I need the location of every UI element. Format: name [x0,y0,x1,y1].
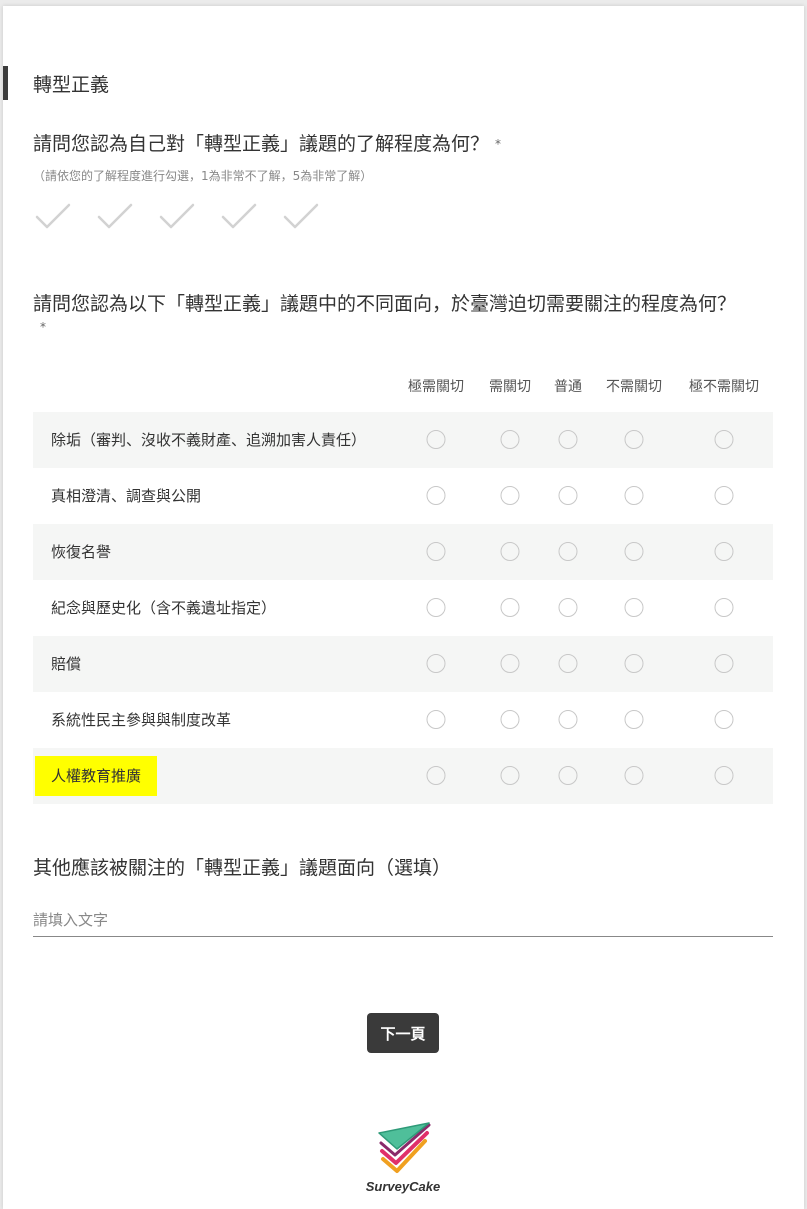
q3-title: 其他應該被關注的「轉型正義」議題面向（選填） [33,857,452,879]
matrix-row-label: 系統性民主參與與制度改革 [51,711,232,729]
rating-check-2[interactable] [95,199,135,233]
matrix-radio[interactable] [500,710,520,729]
q1-hint: （請依您的了解程度進行勾選，1為非常不了解，5為非常了解） [33,169,373,183]
matrix-radio[interactable] [714,430,734,449]
matrix-radio[interactable] [426,598,446,617]
matrix-row-label: 紀念與歷史化（含不義遺址指定） [51,599,277,617]
matrix-row: 人權教育推廣 [33,748,773,804]
matrix-radio[interactable] [500,542,520,561]
matrix-col-label: 極需關切 [408,379,464,395]
rating-check-1[interactable] [33,199,73,233]
required-mark: * [40,320,46,334]
matrix-radio[interactable] [624,654,644,673]
matrix-row-label: 真相澄清、調查與公開 [51,487,202,505]
brand-logo: SurveyCake [365,1119,441,1194]
matrix-radio[interactable] [624,766,644,785]
matrix-row-label: 恢復名譽 [51,543,112,561]
matrix-radio[interactable] [426,542,446,561]
matrix-radio[interactable] [558,430,578,449]
matrix-row-label-highlighted: 人權教育推廣 [35,756,158,796]
check-icon [35,203,71,229]
brand-name: SurveyCake [365,1179,441,1194]
matrix-radio[interactable] [500,598,520,617]
text-answer-input[interactable] [33,903,773,937]
matrix-radio[interactable] [558,598,578,617]
matrix-radio[interactable] [624,542,644,561]
check-icon [159,203,195,229]
matrix-radio[interactable] [500,654,520,673]
check-icon [97,203,133,229]
required-mark: * [495,137,502,151]
matrix-table: 除垢（審判、沒收不義財產、追溯加害人責任） 真相澄清、調查與公開 恢復名譽 紀念… [33,412,773,804]
next-page-button[interactable]: 下一頁 [367,1013,439,1053]
matrix-radio[interactable] [558,542,578,561]
matrix-header: 極需關切 需關切 普通 不需關切 極不需關切 [33,376,773,400]
matrix-row: 恢復名譽 [33,524,773,580]
matrix-row: 賠償 [33,636,773,692]
matrix-radio[interactable] [714,710,734,729]
matrix-row-label: 除垢（審判、沒收不義財產、追溯加害人責任） [51,431,367,449]
matrix-radio[interactable] [624,710,644,729]
section-title: 轉型正義 [33,73,110,96]
matrix-row-label: 賠償 [51,655,82,673]
matrix-radio[interactable] [714,486,734,505]
matrix-radio[interactable] [500,766,520,785]
matrix-radio[interactable] [624,430,644,449]
matrix-row: 系統性民主參與與制度改革 [33,692,773,748]
matrix-row: 真相澄清、調查與公開 [33,468,773,524]
matrix-col-label: 需關切 [489,379,531,395]
matrix-col-label: 普通 [554,379,582,395]
matrix-radio[interactable] [426,710,446,729]
matrix-radio[interactable] [558,710,578,729]
matrix-radio[interactable] [558,654,578,673]
matrix-radio[interactable] [714,542,734,561]
matrix-radio[interactable] [624,486,644,505]
check-icon [283,203,319,229]
section-header: 轉型正義 [3,66,109,100]
matrix-radio[interactable] [714,654,734,673]
matrix-radio[interactable] [558,766,578,785]
rating-scale [33,199,343,233]
matrix-radio[interactable] [714,598,734,617]
q1-title-text: 請問您認為自己對「轉型正義」議題的了解程度為何？ [33,133,490,155]
matrix-radio[interactable] [500,430,520,449]
matrix-row: 除垢（審判、沒收不義財產、追溯加害人責任） [33,412,773,468]
surveycake-logo-icon [378,1122,431,1173]
rating-check-3[interactable] [157,199,197,233]
matrix-col-label: 不需關切 [606,379,662,395]
matrix-radio[interactable] [426,766,446,785]
matrix-radio[interactable] [426,430,446,449]
matrix-col-label: 極不需關切 [689,379,759,395]
matrix-radio[interactable] [426,486,446,505]
section-accent-bar [3,66,8,100]
matrix-radio[interactable] [426,654,446,673]
q2-title: 請問您認為以下「轉型正義」議題中的不同面向，於臺灣迫切需要關注的程度為何？ [33,293,737,315]
check-icon [221,203,257,229]
matrix-radio[interactable] [500,486,520,505]
matrix-radio[interactable] [558,486,578,505]
rating-check-5[interactable] [281,199,321,233]
matrix-radio[interactable] [714,766,734,785]
q1-title: 請問您認為自己對「轉型正義」議題的了解程度為何？ * [33,130,501,158]
matrix-row: 紀念與歷史化（含不義遺址指定） [33,580,773,636]
survey-card: 轉型正義 請問您認為自己對「轉型正義」議題的了解程度為何？ * （請依您的了解程度… [3,6,804,1209]
rating-check-4[interactable] [219,199,259,233]
matrix-radio[interactable] [624,598,644,617]
